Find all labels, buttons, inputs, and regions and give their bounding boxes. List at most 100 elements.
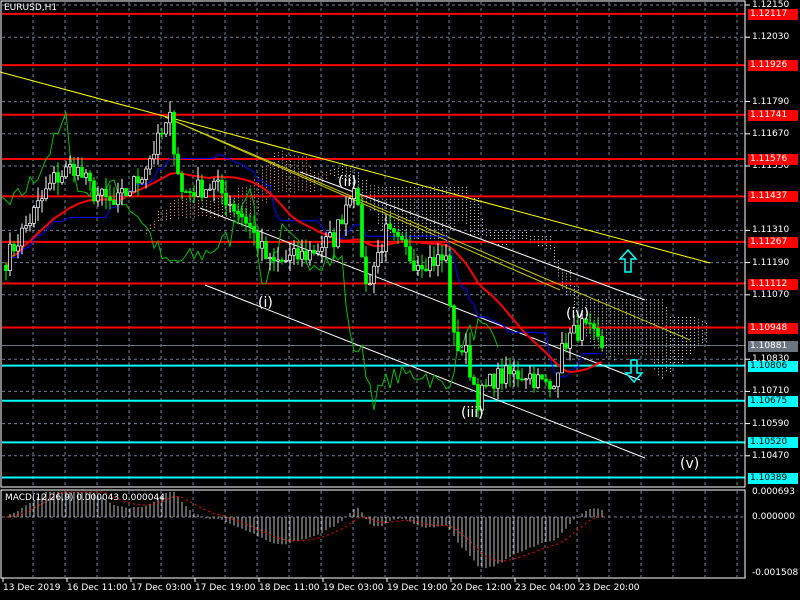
cloud-dot xyxy=(442,198,443,200)
support-level-label: 1.10806 xyxy=(748,360,798,372)
cloud-dot xyxy=(650,335,651,337)
cloud-dot xyxy=(238,194,239,196)
cloud-dot xyxy=(658,341,659,343)
cloud-dot xyxy=(470,222,471,224)
cloud-dot xyxy=(198,209,199,211)
cloud-dot xyxy=(262,172,263,174)
cloud-dot xyxy=(362,186,363,188)
cloud-dot xyxy=(658,311,659,313)
cloud-dot xyxy=(282,156,283,158)
cloud-dot xyxy=(242,193,243,195)
cloud-dot xyxy=(378,192,379,194)
cloud-dot xyxy=(598,341,599,343)
cloud-dot xyxy=(602,323,603,325)
cloud-dot xyxy=(670,362,671,364)
cloud-dot xyxy=(394,204,395,206)
cloud-dot xyxy=(618,305,619,307)
cloud-dot xyxy=(278,188,279,190)
cloud-dot xyxy=(454,207,455,209)
cloud-dot xyxy=(178,202,179,204)
cloud-dot xyxy=(306,165,307,167)
cloud-dot xyxy=(666,313,667,315)
candle-body xyxy=(308,250,312,261)
channel-line-mid[interactable] xyxy=(199,207,641,381)
cloud-dot xyxy=(666,358,667,360)
candle-body xyxy=(264,240,268,259)
cloud-dot xyxy=(658,320,659,322)
chart-canvas[interactable] xyxy=(0,0,800,600)
trendline-yellow-lower[interactable] xyxy=(164,116,691,341)
cloud-dot xyxy=(526,237,527,239)
cloud-dot xyxy=(478,216,479,218)
cloud-dot xyxy=(302,168,303,170)
cloud-dot xyxy=(398,213,399,215)
cloud-dot xyxy=(266,171,267,173)
cloud-dot xyxy=(650,305,651,307)
cloud-dot xyxy=(614,329,615,331)
cloud-dot xyxy=(422,186,423,188)
cloud-dot xyxy=(162,213,163,215)
arrow-up-icon[interactable] xyxy=(618,248,638,273)
cloud-dot xyxy=(254,188,255,190)
cloud-dot xyxy=(698,343,699,345)
cloud-dot xyxy=(434,210,435,212)
arrow-down-icon[interactable] xyxy=(624,359,644,384)
cloud-dot xyxy=(662,335,663,337)
cloud-dot xyxy=(402,204,403,206)
cloud-dot xyxy=(290,182,291,184)
cloud-dot xyxy=(478,219,479,221)
cloud-dot xyxy=(426,225,427,227)
candle-body xyxy=(228,203,232,206)
cloud-dot xyxy=(638,323,639,325)
cloud-dot xyxy=(466,213,467,215)
cloud-dot xyxy=(346,170,347,172)
cloud-dot xyxy=(458,192,459,194)
cloud-dot xyxy=(682,353,683,355)
cloud-dot xyxy=(194,207,195,209)
cloud-dot xyxy=(438,201,439,203)
cloud-dot xyxy=(678,332,679,334)
cloud-dot xyxy=(450,225,451,227)
cloud-dot xyxy=(658,317,659,319)
candle-body xyxy=(176,153,180,174)
cloud-dot xyxy=(466,216,467,218)
resistance-level-label: 1.11576 xyxy=(748,154,798,166)
cloud-dot xyxy=(426,192,427,194)
cloud-dot xyxy=(238,197,239,199)
channel-line-top[interactable] xyxy=(299,171,646,301)
cloud-dot xyxy=(306,180,307,182)
cloud-dot xyxy=(666,331,667,333)
cloud-dot xyxy=(222,212,223,214)
cloud-dot xyxy=(662,311,663,313)
candle-body xyxy=(248,222,252,227)
cloud-dot xyxy=(414,189,415,191)
candle-body xyxy=(16,245,20,252)
cloud-dot xyxy=(286,176,287,178)
cloud-dot xyxy=(190,210,191,212)
cloud-dot xyxy=(510,231,511,233)
cloud-dot xyxy=(606,335,607,337)
cloud-dot xyxy=(318,179,319,181)
wave-label-iii: (iii) xyxy=(461,405,484,421)
cloud-dot xyxy=(474,231,475,233)
cloud-dot xyxy=(402,189,403,191)
cloud-dot xyxy=(294,167,295,169)
cloud-dot xyxy=(642,317,643,319)
cloud-dot xyxy=(662,377,663,379)
candle-body xyxy=(400,235,404,241)
cloud-dot xyxy=(478,213,479,215)
cloud-dot xyxy=(302,171,303,173)
cloud-dot xyxy=(390,207,391,209)
cloud-dot xyxy=(282,150,283,152)
cloud-dot xyxy=(402,228,403,230)
candle-body xyxy=(420,264,424,270)
cloud-dot xyxy=(218,201,219,203)
trendline-yellow-upper[interactable] xyxy=(0,71,711,264)
cloud-dot xyxy=(422,219,423,221)
cloud-dot xyxy=(462,204,463,206)
cloud-dot xyxy=(302,180,303,182)
time-axis-label: 20 Dec 12:00 xyxy=(451,583,512,593)
candle-body xyxy=(416,264,420,271)
cloud-dot xyxy=(610,341,611,343)
cloud-dot xyxy=(282,177,283,179)
